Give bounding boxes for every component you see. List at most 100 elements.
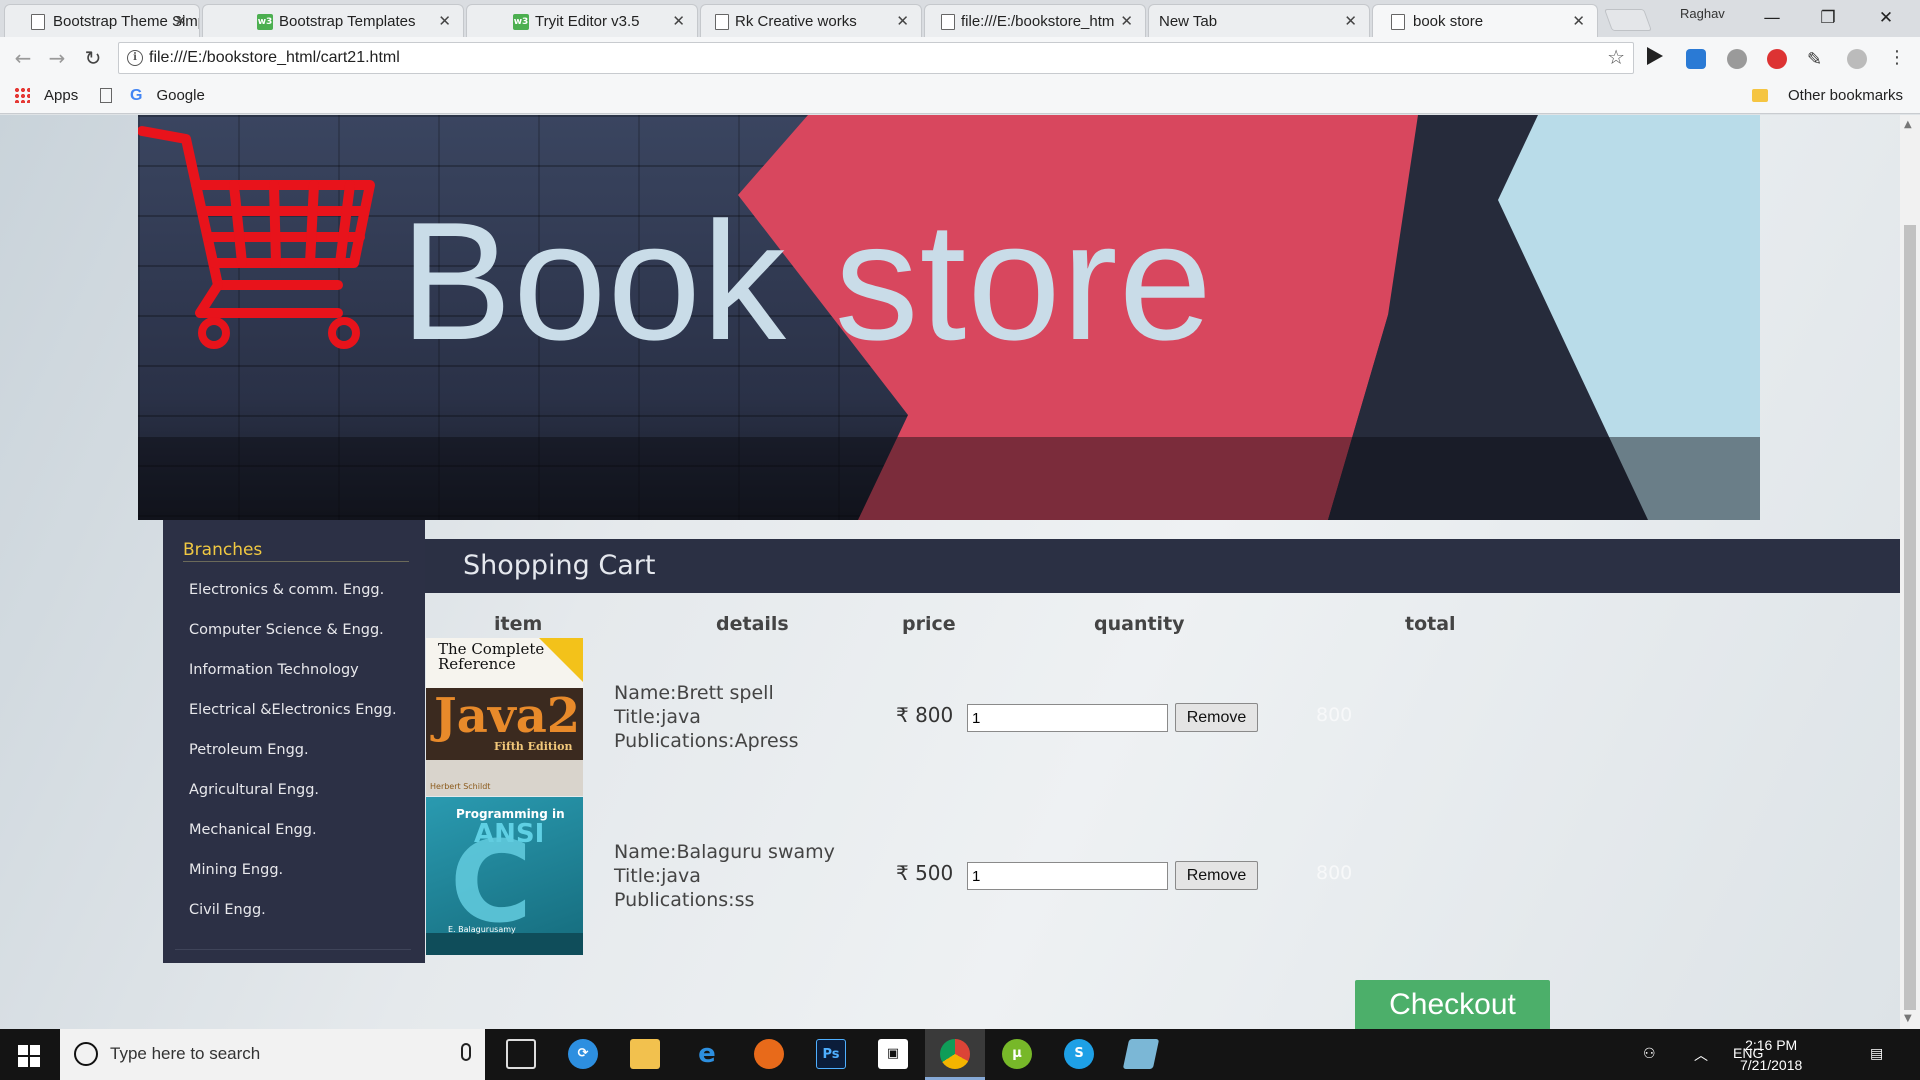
bookmark-google[interactable]: G Google (100, 87, 205, 105)
windows-taskbar: Type here to search ⟳ e Ps ▣ µ S ⚇ ︿ ENG… (0, 1029, 1920, 1080)
scroll-up-icon[interactable]: ▲ (1904, 119, 1912, 130)
browser-tab[interactable]: w3 Tryit Editor v3.5 ✕ (466, 4, 698, 37)
browser-tab[interactable]: w3 Bootstrap Templates ✕ (202, 4, 464, 37)
photoshop-icon[interactable]: Ps (816, 1039, 846, 1069)
sidebar-item-agricultural[interactable]: Agricultural Engg. (189, 782, 397, 822)
remove-button[interactable]: Remove (1175, 703, 1258, 732)
firefox-icon[interactable] (754, 1039, 784, 1069)
sidebar-item-civil[interactable]: Civil Engg. (189, 902, 397, 942)
taskbar-search[interactable]: Type here to search (60, 1029, 485, 1080)
skype-icon[interactable]: S (1064, 1039, 1094, 1069)
windows-start-icon[interactable] (18, 1045, 40, 1067)
utorrent-icon[interactable]: µ (1002, 1039, 1032, 1069)
browser-tab[interactable]: file:///E:/bookstore_htm ✕ (924, 4, 1146, 37)
tab-title: Rk Creative works (735, 13, 857, 30)
item-price: ₹ 800 (896, 703, 954, 727)
url-text[interactable]: file:///E:/bookstore_html/cart21.html (149, 49, 400, 67)
cover-author: Herbert Schildt (430, 782, 491, 791)
profile-name[interactable]: Raghav (1680, 6, 1725, 21)
quantity-input[interactable] (967, 862, 1168, 890)
people-icon[interactable]: ⚇ (1643, 1045, 1656, 1062)
cast-extension-icon[interactable] (1647, 47, 1663, 65)
sidebar-item-mining[interactable]: Mining Engg. (189, 862, 397, 902)
notifications-icon[interactable]: ▤ (1870, 1045, 1883, 1062)
sync-app-icon[interactable]: ⟳ (568, 1039, 598, 1069)
tab-title: Bootstrap Templates (279, 13, 416, 30)
page-scrollbar[interactable]: ▲ ▼ (1900, 115, 1920, 1029)
bookmark-other[interactable]: Other bookmarks (1752, 87, 1903, 104)
task-view-icon[interactable] (506, 1039, 536, 1069)
sidebar-item-mechanical[interactable]: Mechanical Engg. (189, 822, 397, 862)
scroll-down-icon[interactable]: ▼ (1904, 1013, 1912, 1024)
close-icon[interactable]: ✕ (1120, 12, 1133, 30)
browser-tab-active[interactable]: book store ✕ (1372, 4, 1598, 37)
close-icon[interactable]: ✕ (1344, 12, 1357, 30)
minimize-icon[interactable]: — (1744, 4, 1800, 32)
sidebar-item-electrical-electronics[interactable]: Electrical &Electronics Engg. (189, 702, 397, 742)
chrome-icon[interactable] (940, 1039, 970, 1069)
detail-name: Name:Brett spell (614, 682, 774, 704)
close-icon[interactable]: ✕ (1572, 12, 1585, 30)
tray-chevron-icon[interactable]: ︿ (1694, 1045, 1708, 1065)
remove-button[interactable]: Remove (1175, 861, 1258, 890)
menu-icon[interactable]: ⋮ (1884, 45, 1910, 71)
detail-title: Title:java (614, 706, 701, 728)
close-icon[interactable]: ✕ (174, 12, 187, 30)
pen-extension-icon[interactable]: ✎ (1807, 49, 1827, 70)
taskbar-clock[interactable]: 2:16 PM 7/21/2018 (1740, 1035, 1802, 1075)
globe-icon[interactable] (1727, 49, 1747, 69)
browser-tab[interactable]: Bootstrap Theme Simp ✕ (4, 4, 200, 37)
item-price: ₹ 500 (896, 861, 954, 885)
info-icon[interactable]: i (127, 50, 143, 66)
detail-title: Title:java (614, 865, 701, 887)
sidebar-heading: Branches (183, 540, 409, 562)
cover-text: Reference (438, 655, 516, 673)
close-icon[interactable]: ✕ (896, 12, 909, 30)
restore-icon[interactable]: ❐ (1800, 4, 1856, 32)
close-icon[interactable]: ✕ (672, 12, 685, 30)
cover-letter: C (450, 818, 533, 948)
bookmark-star-icon[interactable]: ☆ (1607, 45, 1625, 69)
cart-header: Shopping Cart (425, 539, 1900, 593)
notes-app-icon[interactable]: ▣ (878, 1039, 908, 1069)
document-icon (715, 14, 729, 30)
sidebar-item-petroleum[interactable]: Petroleum Engg. (189, 742, 397, 782)
cover-title: Java2 (434, 688, 581, 744)
document-icon (31, 14, 45, 30)
back-icon[interactable]: ← (10, 45, 36, 71)
scrollbar-thumb[interactable] (1904, 225, 1916, 1010)
document-icon (100, 88, 112, 103)
tab-title: book store (1413, 13, 1484, 30)
extension-grey-icon[interactable] (1847, 49, 1867, 69)
edge-icon[interactable]: e (692, 1039, 722, 1069)
forward-icon[interactable]: → (44, 45, 70, 71)
column-header-item: item (494, 613, 543, 635)
close-icon[interactable]: ✕ (438, 12, 451, 30)
checkout-button[interactable]: Checkout (1355, 980, 1550, 1029)
apps-grid-icon (14, 87, 30, 103)
reload-icon[interactable]: ↻ (80, 45, 106, 71)
item-details: Name:Balaguru swamy Title:java Publicati… (614, 840, 835, 912)
w3schools-icon: w3 (257, 14, 273, 30)
tab-title: New Tab (1159, 13, 1218, 30)
window-close-icon[interactable]: ✕ (1858, 4, 1914, 32)
extension-icon[interactable] (1686, 49, 1706, 69)
file-explorer-icon[interactable] (630, 1039, 660, 1069)
cortana-icon (74, 1042, 98, 1066)
notepad-icon[interactable] (1122, 1039, 1160, 1069)
extension-red-icon[interactable] (1767, 49, 1787, 69)
quantity-input[interactable] (967, 704, 1168, 732)
bookmark-apps[interactable]: Apps (14, 87, 78, 104)
new-tab-button[interactable] (1603, 9, 1653, 31)
address-bar[interactable]: i file:///E:/bookstore_html/cart21.html … (118, 42, 1634, 74)
page-viewport: Book store Branches Electronics & comm. … (0, 115, 1900, 1029)
browser-tab[interactable]: Rk Creative works ✕ (700, 4, 922, 37)
sidebar-item-information-technology[interactable]: Information Technology (189, 662, 397, 702)
sidebar-item-computer-science[interactable]: Computer Science & Engg. (189, 622, 397, 662)
book-cover-ansi-c: Programming in ANSI C E. Balagurusamy (426, 797, 583, 955)
clock-time: 2:16 PM (1745, 1037, 1798, 1053)
sidebar-item-electronics-comm[interactable]: Electronics & comm. Engg. (189, 582, 397, 622)
microphone-icon[interactable] (461, 1043, 471, 1061)
google-icon: G (130, 87, 143, 104)
browser-tab[interactable]: New Tab ✕ (1148, 4, 1370, 37)
